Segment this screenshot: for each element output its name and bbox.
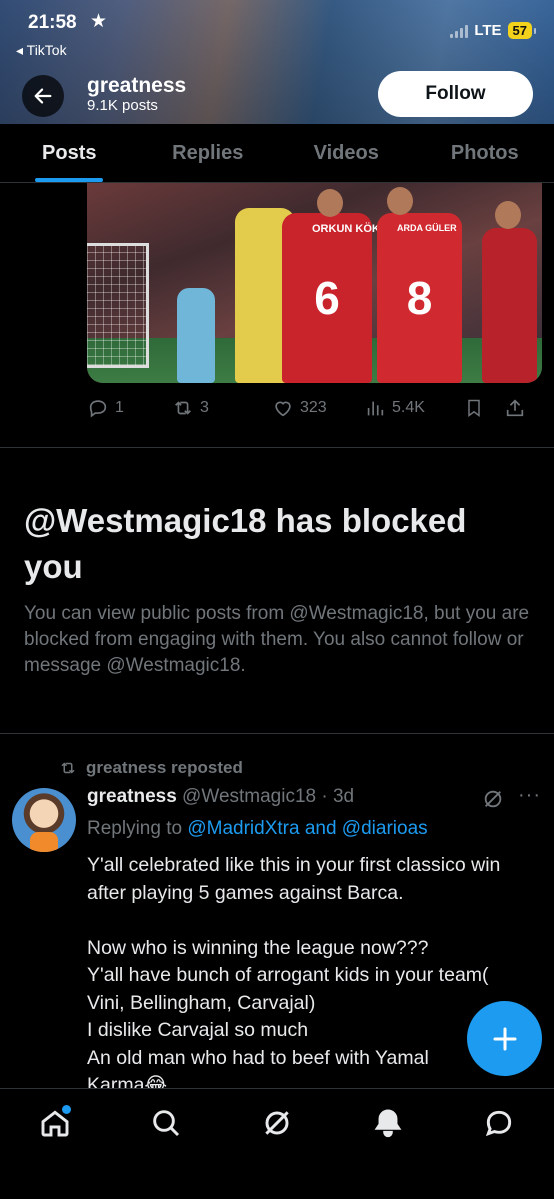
divider [0, 733, 554, 734]
player-head [317, 189, 343, 217]
heart-icon [275, 401, 291, 417]
bookmark-icon [468, 399, 480, 417]
messages-icon [485, 1110, 511, 1137]
reply-count: 1 [115, 399, 124, 416]
repost-label[interactable]: greatness reposted [58, 758, 243, 778]
jersey-name: ARDA GÜLER [397, 223, 457, 233]
network-type: LTE [474, 22, 502, 39]
divider [0, 447, 554, 448]
like-count: 323 [300, 399, 327, 416]
follow-button[interactable]: Follow [378, 71, 533, 117]
post-actions: 1 3 323 5.4K [87, 393, 542, 423]
share-icon [506, 399, 524, 417]
share-button[interactable] [504, 397, 534, 419]
player-red-6: 6 [282, 213, 372, 383]
replying-prefix: Replying to [87, 818, 188, 839]
player-head [495, 201, 521, 229]
reply-icon [89, 400, 107, 418]
nav-messages[interactable] [469, 1107, 529, 1147]
nav-search[interactable] [136, 1107, 196, 1147]
post-author-meta: @Westmagic18 · 3d [176, 786, 355, 807]
back-button[interactable] [22, 75, 64, 117]
more-options-icon[interactable]: ··· [518, 784, 541, 807]
notifications-icon [374, 1109, 402, 1138]
views-button[interactable]: 5.4K [364, 397, 464, 419]
player-red-right [482, 228, 537, 383]
nav-home[interactable] [25, 1105, 85, 1147]
view-count: 5.4K [392, 399, 425, 416]
player-red-8: 8 [377, 213, 462, 383]
avatar[interactable] [12, 788, 76, 852]
grok-icon [265, 1111, 289, 1135]
status-time: 21:58 [28, 12, 77, 33]
star-icon: ★ [90, 11, 108, 32]
tab-replies[interactable]: Replies [139, 124, 278, 182]
player-head [387, 187, 413, 215]
repost-count: 3 [200, 399, 209, 416]
compose-button[interactable] [467, 1001, 542, 1076]
blocked-title: @Westmagic18 has blocked you [24, 502, 467, 585]
nav-grok[interactable] [247, 1107, 307, 1147]
back-to-app-link[interactable]: ◂ TikTok [16, 42, 67, 59]
tab-posts[interactable]: Posts [0, 124, 139, 182]
jersey-number: 6 [314, 272, 340, 324]
profile-name: greatness [87, 74, 187, 97]
repost-label-text: greatness reposted [86, 758, 243, 777]
status-right: LTE 57 [450, 22, 537, 39]
profile-post-count: 9.1K posts [87, 97, 158, 114]
grok-icon[interactable] [482, 788, 504, 815]
post-media-image[interactable]: 6 ORKUN KÖKÇÜ 8 ARDA GÜLER [87, 183, 542, 383]
arrow-left-icon [34, 88, 52, 104]
blocked-description: You can view public posts from @Westmagi… [24, 603, 530, 676]
post-body-text[interactable]: Y'all celebrated like this in your first… [87, 852, 527, 1088]
like-button[interactable]: 323 [272, 397, 364, 419]
reply-button[interactable]: 1 [87, 397, 172, 419]
nav-notifications[interactable] [358, 1107, 418, 1147]
post-author-name[interactable]: greatness [87, 786, 177, 807]
profile-tabs: Posts Replies Videos Photos [0, 124, 554, 183]
replying-to: Replying to @MadridXtra and @diarioas [87, 818, 428, 840]
repost-icon [61, 762, 75, 774]
bottom-nav [0, 1088, 554, 1199]
tab-photos[interactable]: Photos [416, 124, 554, 182]
search-icon [153, 1110, 180, 1137]
plus-icon [493, 1027, 516, 1050]
repost-icon [175, 401, 191, 415]
post-header: greatness @Westmagic18 · 3d [87, 786, 487, 808]
battery-icon: 57 [507, 22, 537, 39]
views-icon [367, 401, 384, 416]
signal-icon [450, 24, 469, 38]
goal-net [87, 243, 149, 368]
bookmark-button[interactable] [464, 397, 504, 419]
repost-button[interactable]: 3 [172, 397, 272, 419]
tab-videos[interactable]: Videos [277, 124, 416, 182]
replying-targets-link[interactable]: @MadridXtra and @diarioas [187, 818, 427, 839]
jersey-number: 8 [406, 272, 433, 324]
goalkeeper-figure [177, 288, 215, 383]
